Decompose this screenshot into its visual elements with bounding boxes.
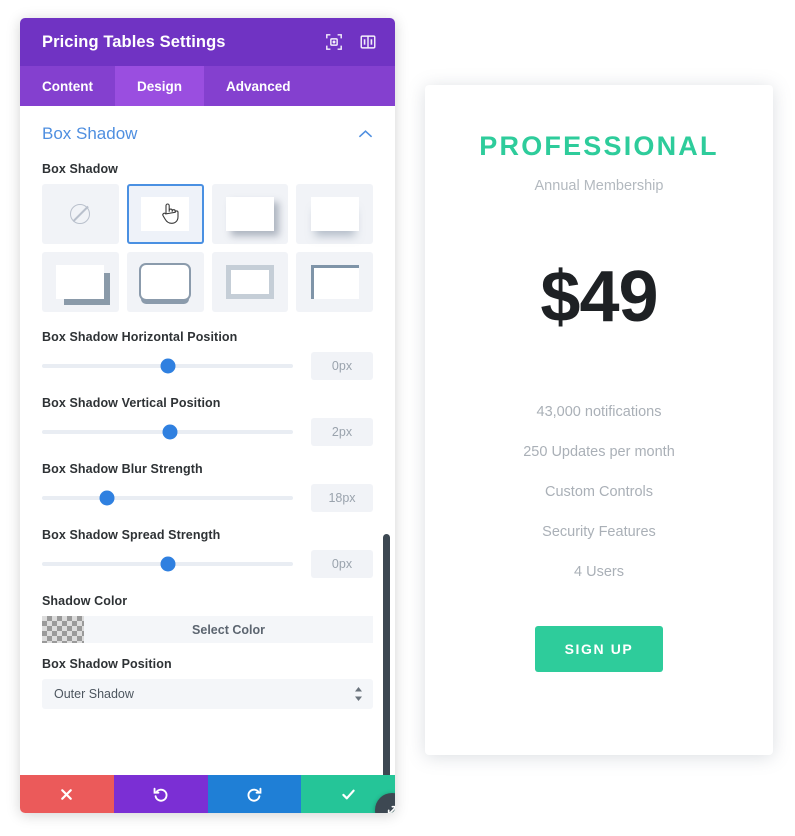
redo-button[interactable]	[207, 775, 302, 813]
list-item: Security Features	[542, 524, 656, 540]
list-item: 43,000 notifications	[536, 404, 662, 420]
undo-button[interactable]	[113, 775, 208, 813]
screen: Pricing Tables Settings Content Design A…	[0, 0, 795, 836]
header-icon-group	[325, 33, 377, 51]
shadow-position-select[interactable]: Outer Shadow	[42, 679, 373, 709]
list-item: 4 Users	[574, 564, 624, 580]
no-shadow-icon	[70, 204, 91, 224]
scrollbar-thumb[interactable]	[383, 534, 390, 775]
preset-swatch	[310, 265, 359, 299]
shadow-position-label: Box Shadow Position	[42, 657, 172, 671]
box-shadow-preset-grid	[42, 184, 373, 312]
slider-blur-strength: Box Shadow Blur Strength 18px	[42, 462, 373, 512]
box-shadow-label: Box Shadow	[42, 162, 119, 176]
slider-thumb[interactable]	[160, 358, 175, 374]
preset-swatch	[141, 265, 190, 299]
preset-corner[interactable]	[42, 252, 119, 312]
tab-bar: Content Design Advanced	[20, 66, 395, 106]
slider-vertical-position: Box Shadow Vertical Position 2px	[42, 396, 373, 446]
preset-soft-bottom[interactable]	[296, 184, 373, 244]
chevron-up-icon[interactable]	[358, 129, 373, 139]
preset-thick-outline[interactable]	[126, 252, 204, 312]
slider-track[interactable]	[42, 424, 293, 440]
slider-track[interactable]	[42, 556, 293, 572]
preset-inner-left[interactable]	[296, 252, 373, 312]
shadow-position-value: Outer Shadow	[54, 687, 134, 701]
slider-label: Box Shadow Spread Strength	[42, 528, 221, 542]
package-title: PROFESSIONAL	[479, 131, 719, 161]
slider-label: Box Shadow Horizontal Position	[42, 330, 238, 344]
box-shadow-section-header[interactable]: Box Shadow	[42, 106, 373, 156]
package-subtitle: Annual Membership	[534, 178, 664, 194]
slider-horizontal-position: Box Shadow Horizontal Position 0px	[42, 330, 373, 380]
slider-value-input[interactable]: 0px	[311, 550, 373, 578]
slider-row: 2px	[42, 418, 373, 446]
pricing-card: PROFESSIONAL Annual Membership $49 43,00…	[425, 85, 773, 755]
slider-track[interactable]	[42, 490, 293, 506]
tab-design[interactable]: Design	[115, 66, 205, 106]
split-view-icon[interactable]	[359, 33, 377, 51]
slider-thumb[interactable]	[162, 424, 178, 440]
preset-swatch	[56, 265, 105, 299]
section-title: Box Shadow	[42, 124, 138, 143]
slider-value-input[interactable]: 2px	[311, 418, 373, 446]
shadow-color-row: Select Color	[42, 616, 373, 643]
redo-icon	[247, 787, 262, 802]
modal-header: Pricing Tables Settings	[20, 18, 395, 66]
signup-button[interactable]: SIGN UP	[534, 626, 664, 672]
preset-inset[interactable]	[211, 252, 289, 312]
slider-label: Box Shadow Vertical Position	[42, 396, 221, 410]
close-button[interactable]	[20, 775, 114, 813]
pricing-tables-settings-modal: Pricing Tables Settings Content Design A…	[20, 18, 395, 813]
preset-none[interactable]	[42, 184, 119, 244]
preset-drop[interactable]	[211, 184, 289, 244]
slider-value-input[interactable]: 0px	[311, 352, 373, 380]
focus-icon[interactable]	[325, 33, 343, 51]
list-item: 250 Updates per month	[523, 444, 675, 460]
slider-value-input[interactable]: 18px	[311, 484, 373, 512]
package-price: $49	[540, 257, 658, 337]
slider-row: 0px	[42, 352, 373, 380]
slider-spread-strength: Box Shadow Spread Strength 0px	[42, 528, 373, 578]
slider-track[interactable]	[42, 358, 293, 374]
preset-swatch	[225, 197, 274, 231]
slider-row: 0px	[42, 550, 373, 578]
checkmark-icon	[341, 789, 355, 799]
x-icon	[61, 788, 73, 800]
color-swatch[interactable]	[42, 616, 84, 643]
slider-label: Box Shadow Blur Strength	[42, 462, 203, 476]
slider-thumb[interactable]	[99, 490, 115, 506]
modal-action-bar	[20, 775, 395, 813]
list-item: Custom Controls	[545, 484, 653, 500]
modal-body: Box Shadow Box Shadow Box Shadow Horizon…	[20, 106, 395, 775]
slider-thumb[interactable]	[160, 556, 175, 572]
preset-plain[interactable]	[126, 184, 204, 244]
tab-advanced[interactable]: Advanced	[204, 66, 313, 106]
undo-icon	[153, 787, 168, 802]
select-color-button[interactable]: Select Color	[84, 616, 373, 643]
chevron-updown-icon	[355, 687, 362, 701]
tab-content[interactable]: Content	[20, 66, 115, 106]
shadow-color-label: Shadow Color	[42, 594, 128, 608]
modal-title: Pricing Tables Settings	[42, 32, 226, 51]
preset-swatch	[141, 197, 190, 231]
feature-list: 43,000 notifications 250 Updates per mon…	[451, 404, 747, 580]
preset-swatch	[225, 265, 274, 299]
preset-swatch	[310, 197, 359, 231]
slider-row: 18px	[42, 484, 373, 512]
resize-diagonal-icon	[387, 805, 395, 813]
